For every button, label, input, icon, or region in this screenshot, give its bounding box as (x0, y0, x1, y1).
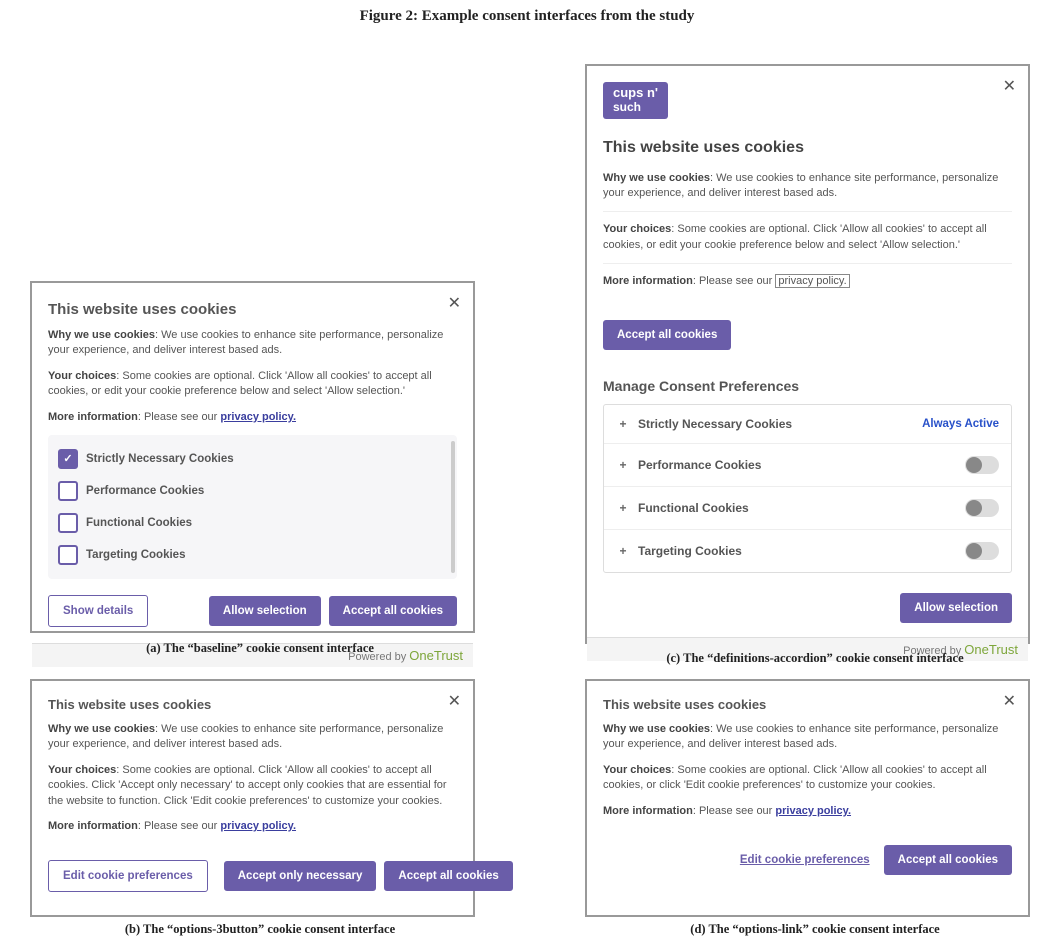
cookie-row-functional[interactable]: Functional Cookies (58, 507, 447, 539)
expand-icon[interactable]: + (616, 501, 630, 515)
cookie-row-targeting[interactable]: Targeting Cookies (58, 539, 447, 571)
more-info-paragraph: More information: Please see our privacy… (48, 410, 457, 425)
close-icon[interactable]: ✕ (448, 691, 461, 711)
checkbox-icon[interactable] (58, 545, 78, 565)
panel-definitions-accordion: ✕ cups n'such This website uses cookies … (585, 64, 1030, 644)
consent-accordion: + Strictly Necessary Cookies Always Acti… (603, 404, 1012, 573)
panel-options-3button: ✕ This website uses cookies Why we use c… (30, 679, 475, 917)
accordion-row-performance[interactable]: + Performance Cookies (604, 443, 1011, 486)
scrollbar[interactable] (451, 441, 455, 573)
cookie-label: Strictly Necessary Cookies (86, 453, 234, 465)
dialog-title: This website uses cookies (603, 139, 1012, 157)
cookie-label: Targeting Cookies (86, 549, 185, 561)
cookie-row-strictly-necessary[interactable]: ✓ Strictly Necessary Cookies (58, 443, 447, 475)
accept-all-button[interactable]: Accept all cookies (384, 861, 512, 891)
close-icon[interactable]: ✕ (448, 293, 461, 313)
why-paragraph: Why we use cookies: We use cookies to en… (603, 171, 1012, 213)
accept-all-button[interactable]: Accept all cookies (884, 845, 1012, 875)
choices-paragraph: Your choices: Some cookies are optional.… (48, 369, 457, 400)
manage-preferences-title: Manage Consent Preferences (603, 378, 1012, 394)
cookie-label: Functional Cookies (86, 517, 192, 529)
more-info-paragraph: More information: Please see our privacy… (48, 819, 457, 834)
choices-paragraph: Your choices: Some cookies are optional.… (48, 763, 457, 809)
allow-selection-button[interactable]: Allow selection (900, 593, 1012, 623)
caption-d: (d) The “options-link” cookie consent in… (585, 922, 1045, 937)
close-icon[interactable]: ✕ (1003, 76, 1016, 96)
expand-icon[interactable]: + (616, 458, 630, 472)
checkbox-icon[interactable] (58, 481, 78, 501)
panel-options-link: ✕ This website uses cookies Why we use c… (585, 679, 1030, 917)
accordion-label: Functional Cookies (638, 501, 749, 515)
accept-all-button[interactable]: Accept all cookies (329, 596, 457, 626)
why-paragraph: Why we use cookies: We use cookies to en… (48, 328, 457, 359)
checkbox-icon[interactable]: ✓ (58, 449, 78, 469)
why-paragraph: Why we use cookies: We use cookies to en… (48, 722, 457, 753)
accept-all-button[interactable]: Accept all cookies (603, 320, 731, 350)
caption-a: (a) The “baseline” cookie consent interf… (30, 641, 490, 656)
dialog-title: This website uses cookies (48, 697, 457, 712)
accordion-label: Targeting Cookies (638, 544, 742, 558)
cookie-label: Performance Cookies (86, 485, 204, 497)
accordion-label: Strictly Necessary Cookies (638, 417, 792, 431)
expand-icon[interactable]: + (616, 544, 630, 558)
always-active-label: Always Active (922, 418, 999, 430)
more-info-paragraph: More information: Please see our privacy… (603, 804, 1012, 819)
accordion-row-strictly-necessary[interactable]: + Strictly Necessary Cookies Always Acti… (604, 405, 1011, 443)
edit-preferences-button[interactable]: Edit cookie preferences (48, 860, 208, 892)
choices-paragraph: Your choices: Some cookies are optional.… (603, 222, 1012, 264)
toggle-switch[interactable] (965, 499, 999, 517)
panel-baseline: ✕ This website uses cookies Why we use c… (30, 281, 475, 633)
cookie-row-performance[interactable]: Performance Cookies (58, 475, 447, 507)
accordion-row-targeting[interactable]: + Targeting Cookies (604, 529, 1011, 572)
dialog-title: This website uses cookies (603, 697, 1012, 712)
cookie-checkbox-list: ✓ Strictly Necessary Cookies Performance… (48, 435, 457, 579)
show-details-button[interactable]: Show details (48, 595, 148, 627)
checkbox-icon[interactable] (58, 513, 78, 533)
privacy-policy-link[interactable]: privacy policy. (775, 805, 851, 817)
accept-necessary-button[interactable]: Accept only necessary (224, 861, 377, 891)
toggle-switch[interactable] (965, 542, 999, 560)
dialog-title: This website uses cookies (48, 301, 457, 318)
caption-c: (c) The “definitions-accordion” cookie c… (585, 651, 1045, 666)
brand-logo: cups n'such (603, 82, 668, 119)
accordion-row-functional[interactable]: + Functional Cookies (604, 486, 1011, 529)
allow-selection-button[interactable]: Allow selection (209, 596, 321, 626)
privacy-policy-link[interactable]: privacy policy. (220, 411, 296, 423)
toggle-switch[interactable] (965, 456, 999, 474)
accordion-label: Performance Cookies (638, 458, 761, 472)
privacy-policy-link[interactable]: privacy policy. (220, 820, 296, 832)
edit-preferences-link[interactable]: Edit cookie preferences (734, 845, 876, 875)
expand-icon[interactable]: + (616, 417, 630, 431)
more-info-paragraph: More information: Please see our privacy… (603, 274, 1012, 299)
why-paragraph: Why we use cookies: We use cookies to en… (603, 722, 1012, 753)
close-icon[interactable]: ✕ (1003, 691, 1016, 711)
privacy-policy-link[interactable]: privacy policy. (775, 274, 849, 288)
figure-title: Figure 2: Example consent interfaces fro… (0, 0, 1054, 29)
choices-paragraph: Your choices: Some cookies are optional.… (603, 763, 1012, 794)
caption-b: (b) The “options-3button” cookie consent… (30, 922, 490, 937)
